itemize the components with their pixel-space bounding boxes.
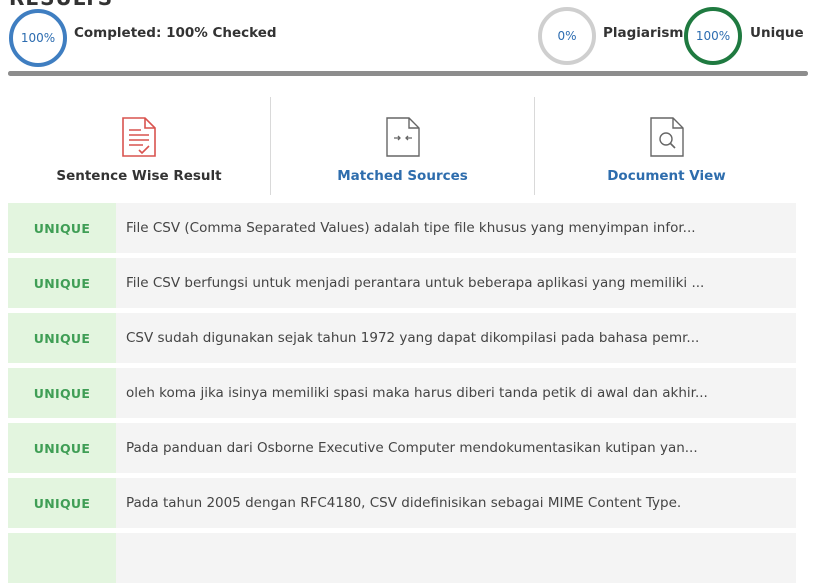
plagiarism-circle: 0% (538, 7, 596, 65)
sentence-text: File CSV (Comma Separated Values) adalah… (126, 220, 696, 236)
result-row[interactable]: UNIQUE Pada panduan dari Osborne Executi… (8, 423, 796, 473)
completed-label: Completed: 100% Checked (74, 25, 277, 41)
document-compare-icon (385, 117, 420, 157)
unique-circle: 100% (684, 7, 742, 65)
sentence-text (116, 533, 796, 583)
result-row[interactable]: UNIQUE oleh koma jika isinya memiliki sp… (8, 368, 796, 418)
tab-label: Matched Sources (337, 168, 468, 184)
result-row[interactable]: UNIQUE CSV sudah digunakan sejak tahun 1… (8, 313, 796, 363)
check-progress-bar (8, 71, 808, 76)
sentence-text: File CSV berfungsi untuk menjadi peranta… (126, 275, 705, 291)
sentence-results-list: UNIQUE File CSV (Comma Separated Values)… (8, 203, 796, 588)
unique-percent: 100% (695, 29, 731, 43)
tab-sentence-wise-result[interactable]: Sentence Wise Result (8, 97, 270, 195)
check-progress-fill (8, 71, 808, 76)
sentence-text: oleh koma jika isinya memiliki spasi mak… (126, 385, 708, 401)
plagiarism-label: Plagiarism (603, 25, 684, 41)
results-title: RESULTS (9, 0, 113, 10)
tab-document-view[interactable]: Document View (535, 97, 798, 195)
result-view-tabs: Sentence Wise Result Matched Sources Doc… (8, 97, 796, 195)
tab-label: Sentence Wise Result (56, 168, 222, 184)
document-check-icon (122, 117, 156, 157)
unique-status-badge: UNIQUE (8, 478, 116, 528)
unique-status-badge: UNIQUE (8, 203, 116, 253)
completed-progress-circle: 100% (9, 9, 67, 67)
sentence-text: Pada panduan dari Osborne Executive Comp… (126, 440, 698, 456)
tab-matched-sources[interactable]: Matched Sources (271, 97, 534, 195)
sentence-text: CSV sudah digunakan sejak tahun 1972 yan… (126, 330, 700, 346)
result-row[interactable] (8, 533, 796, 583)
result-row[interactable]: UNIQUE Pada tahun 2005 dengan RFC4180, C… (8, 478, 796, 528)
result-row[interactable]: UNIQUE File CSV (Comma Separated Values)… (8, 203, 796, 253)
tab-label: Document View (607, 168, 726, 184)
unique-status-badge: UNIQUE (8, 258, 116, 308)
sentence-text: Pada tahun 2005 dengan RFC4180, CSV dide… (126, 495, 682, 511)
unique-label: Unique (750, 25, 804, 41)
unique-status-badge: UNIQUE (8, 368, 116, 418)
plagiarism-percent: 0% (557, 29, 577, 43)
result-row[interactable]: UNIQUE File CSV berfungsi untuk menjadi … (8, 258, 796, 308)
unique-status-badge: UNIQUE (8, 313, 116, 363)
document-search-icon (649, 117, 684, 157)
completed-percent: 100% (20, 31, 56, 45)
unique-status-badge (8, 533, 116, 583)
unique-status-badge: UNIQUE (8, 423, 116, 473)
